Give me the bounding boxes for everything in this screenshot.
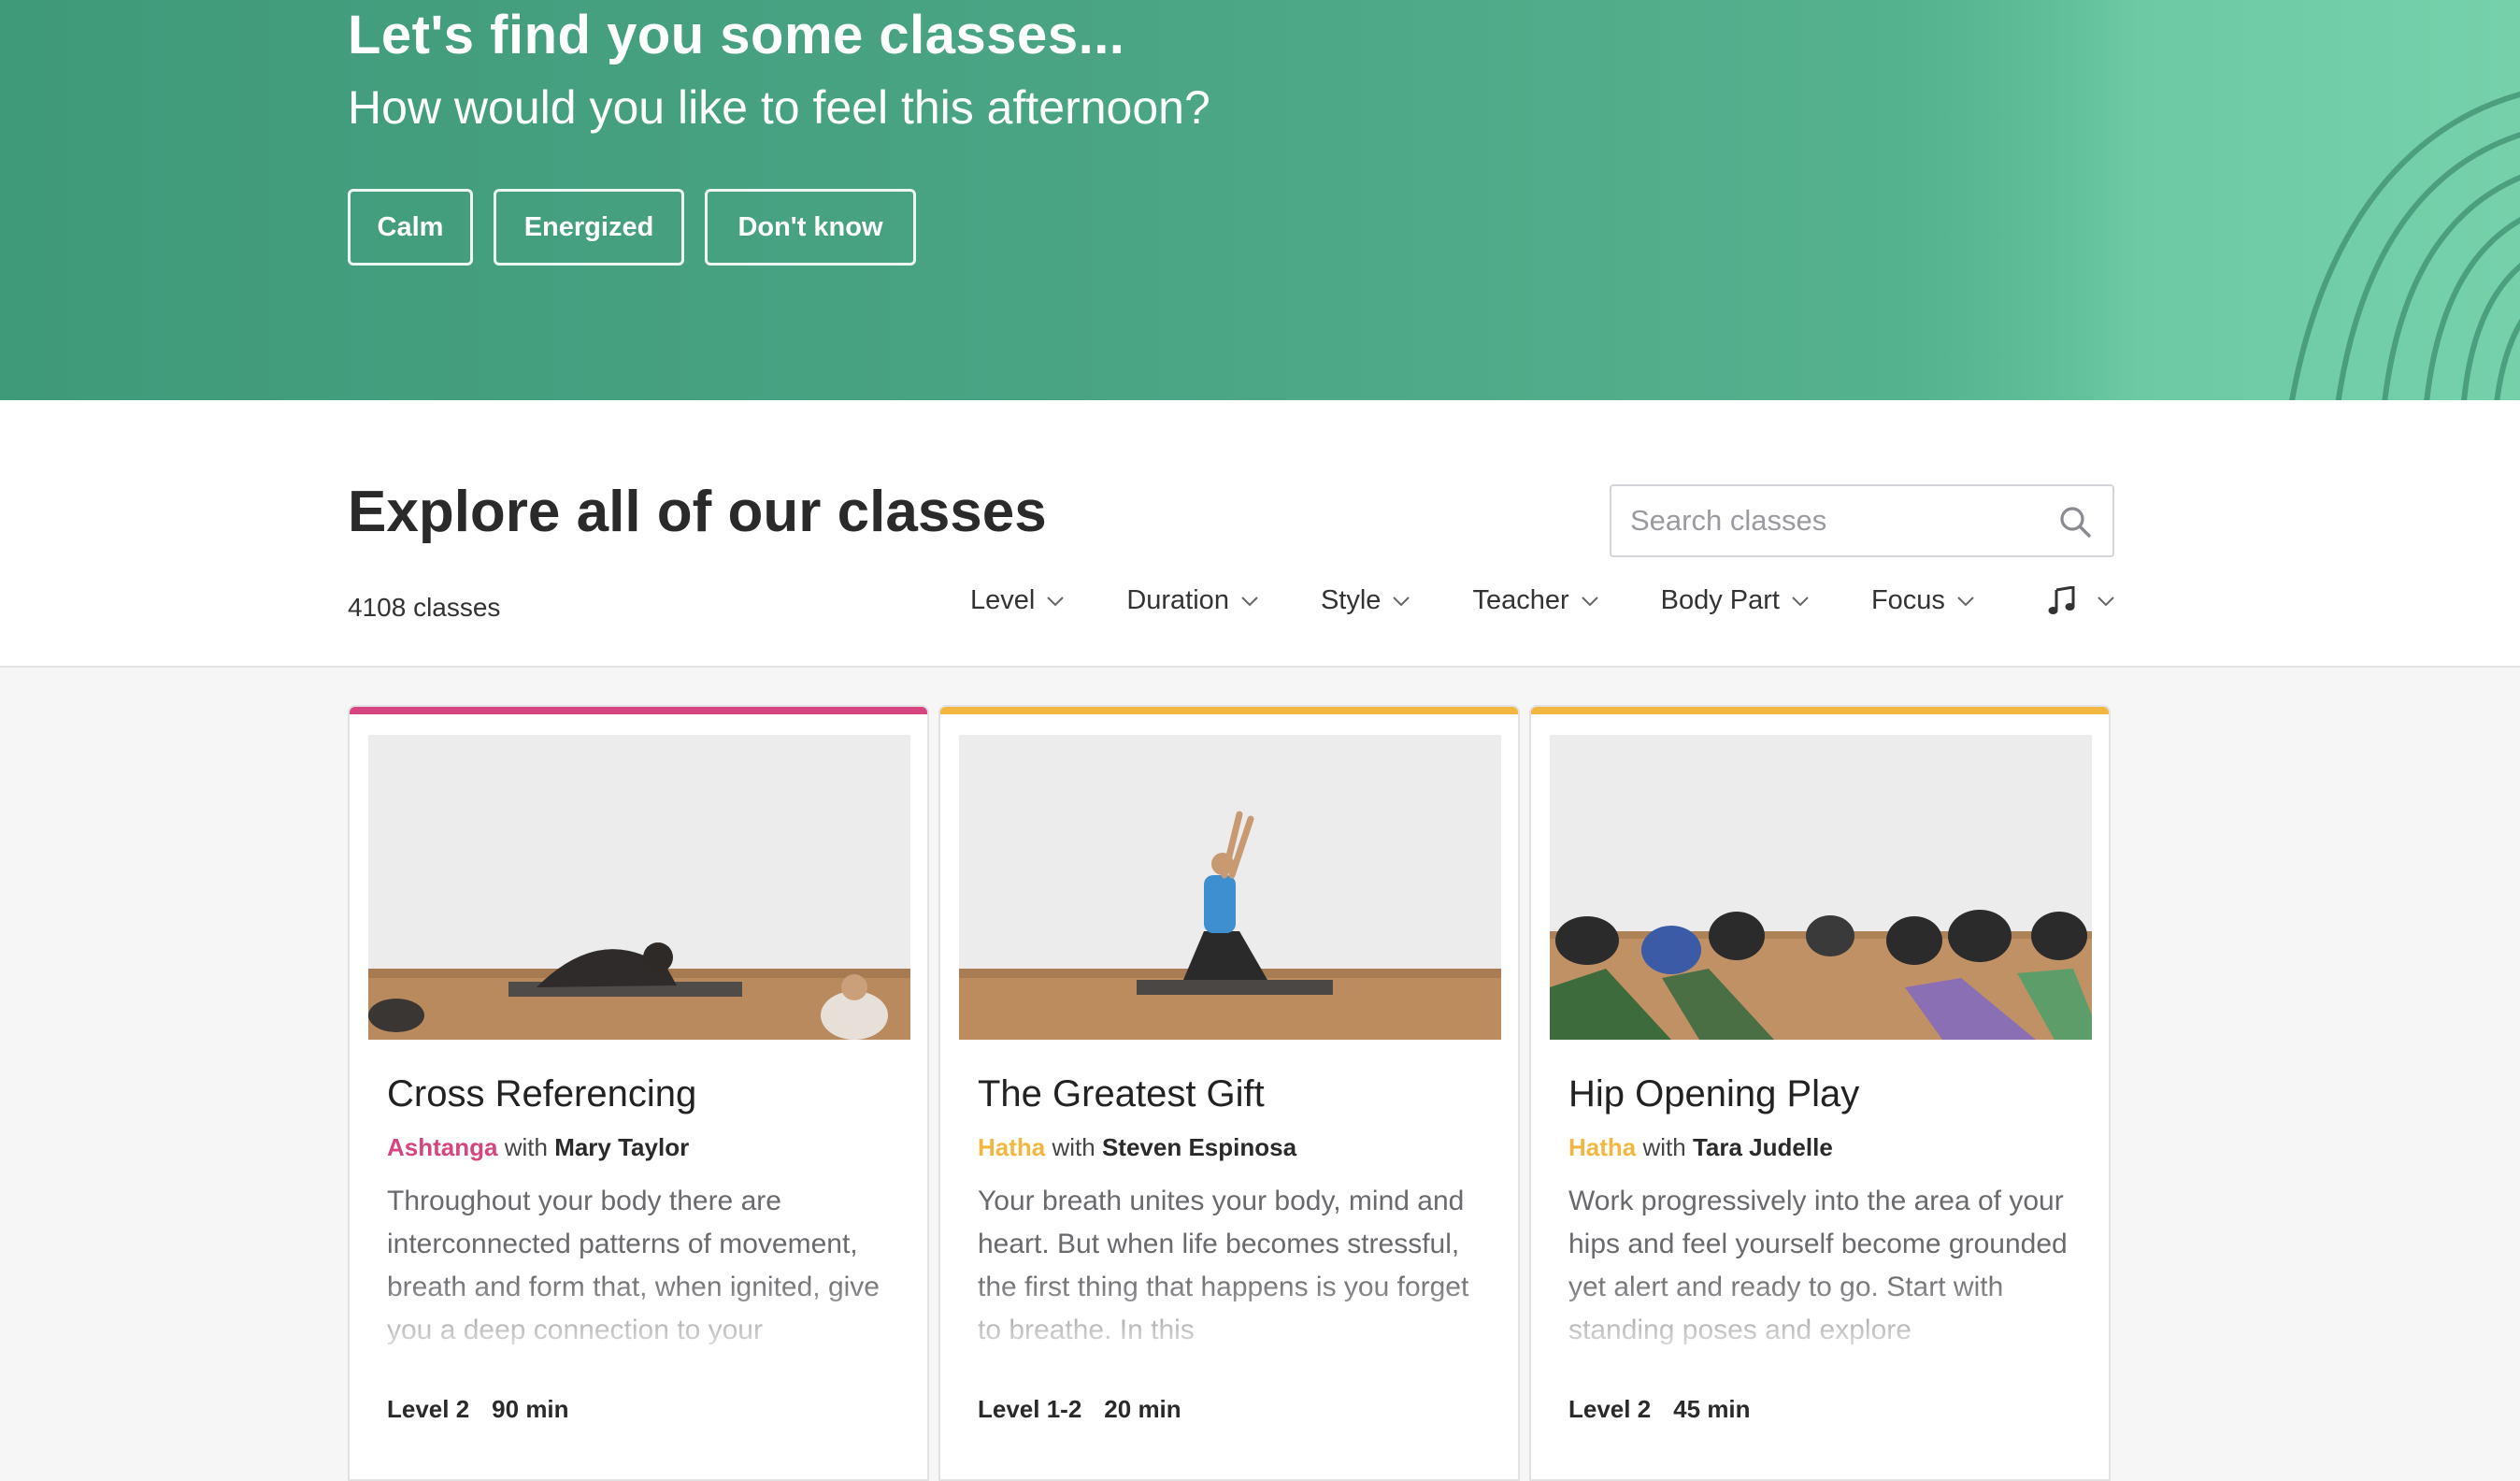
class-meta: Ashtanga with Mary Taylor xyxy=(387,1133,689,1162)
style-accent-bar xyxy=(350,707,927,714)
filter-level[interactable]: Level xyxy=(970,585,1065,616)
filter-bar: Level Duration Style Teacher Body Part F… xyxy=(970,585,2115,616)
filter-teacher-label: Teacher xyxy=(1472,585,1569,615)
class-stats: Level 1-2 20 min xyxy=(978,1395,1181,1424)
filter-body-part-label: Body Part xyxy=(1660,585,1780,615)
search-box xyxy=(1610,484,2114,557)
chevron-down-icon xyxy=(2098,596,2114,606)
filter-duration[interactable]: Duration xyxy=(1126,585,1259,616)
class-teacher[interactable]: Steven Espinosa xyxy=(1102,1133,1296,1161)
class-meta: Hatha with Steven Espinosa xyxy=(978,1133,1296,1162)
class-teacher[interactable]: Tara Judelle xyxy=(1693,1133,1833,1161)
style-accent-bar xyxy=(940,707,1518,714)
filter-teacher[interactable]: Teacher xyxy=(1472,585,1598,616)
with-label: with xyxy=(1052,1133,1095,1161)
class-style[interactable]: Ashtanga xyxy=(387,1133,497,1161)
yoga-mat-image xyxy=(1888,0,2520,400)
class-thumbnail-image[interactable] xyxy=(368,735,910,1040)
mood-energized-button[interactable]: Energized xyxy=(494,189,684,266)
hero-title: Let's find you some classes... xyxy=(348,5,1125,65)
chevron-down-icon xyxy=(1241,596,1258,606)
class-count: 4108 classes xyxy=(348,593,501,622)
search-input[interactable] xyxy=(1611,486,2051,555)
filter-style[interactable]: Style xyxy=(1321,585,1410,616)
filter-focus[interactable]: Focus xyxy=(1871,585,1975,616)
mood-options: Calm Energized Don't know xyxy=(348,189,916,266)
class-card[interactable]: Hip Opening Play Hatha with Tara Judelle… xyxy=(1529,705,2111,1481)
class-duration: 45 min xyxy=(1673,1395,1751,1423)
mood-calm-button[interactable]: Calm xyxy=(348,189,473,266)
music-note-icon xyxy=(2048,585,2075,614)
class-title[interactable]: Hip Opening Play xyxy=(1568,1073,1859,1115)
class-level: Level 2 xyxy=(1568,1395,1652,1423)
chevron-down-icon xyxy=(1393,596,1410,606)
chevron-down-icon xyxy=(1581,596,1598,606)
style-accent-bar xyxy=(1531,707,2109,714)
class-teacher[interactable]: Mary Taylor xyxy=(554,1133,689,1161)
explore-header: Explore all of our classes 4108 classes … xyxy=(0,400,2520,668)
search-icon[interactable] xyxy=(2058,505,2092,539)
filter-focus-label: Focus xyxy=(1870,585,1945,615)
hero-subtitle: How would you like to feel this afternoo… xyxy=(348,81,1210,134)
explore-title: Explore all of our classes xyxy=(348,480,1047,544)
class-stats: Level 2 45 min xyxy=(1568,1395,1751,1424)
chevron-down-icon xyxy=(1792,596,1809,606)
filter-style-label: Style xyxy=(1320,585,1382,615)
class-level: Level 1-2 xyxy=(978,1395,1082,1423)
class-title[interactable]: The Greatest Gift xyxy=(978,1073,1265,1115)
filter-body-part[interactable]: Body Part xyxy=(1661,585,1810,616)
class-description: Throughout your body there are interconn… xyxy=(387,1186,880,1345)
filter-level-label: Level xyxy=(970,585,1036,615)
class-duration: 90 min xyxy=(492,1395,569,1423)
chevron-down-icon xyxy=(1047,596,1065,606)
class-thumbnail-image[interactable] xyxy=(959,735,1501,1040)
chevron-down-icon xyxy=(1957,596,1974,606)
class-level: Level 2 xyxy=(387,1395,470,1423)
class-duration: 20 min xyxy=(1104,1395,1181,1423)
filter-music[interactable] xyxy=(2037,585,2115,616)
class-card[interactable]: Cross Referencing Ashtanga with Mary Tay… xyxy=(348,705,929,1481)
class-description: Work progressively into the area of your… xyxy=(1568,1186,2068,1345)
class-card-list: Cross Referencing Ashtanga with Mary Tay… xyxy=(348,705,2111,1481)
class-style[interactable]: Hatha xyxy=(978,1133,1045,1161)
class-stats: Level 2 90 min xyxy=(387,1395,569,1424)
class-title[interactable]: Cross Referencing xyxy=(387,1073,696,1115)
class-thumbnail-image[interactable] xyxy=(1550,735,2092,1040)
mood-dont-know-button[interactable]: Don't know xyxy=(705,189,916,266)
hero-banner: Let's find you some classes... How would… xyxy=(0,0,2520,400)
class-meta: Hatha with Tara Judelle xyxy=(1568,1133,1833,1162)
class-style[interactable]: Hatha xyxy=(1568,1133,1636,1161)
class-card[interactable]: The Greatest Gift Hatha with Steven Espi… xyxy=(938,705,1520,1481)
filter-duration-label: Duration xyxy=(1126,585,1229,615)
with-label: with xyxy=(504,1133,548,1161)
class-description: Your breath unites your body, mind and h… xyxy=(978,1186,1469,1345)
with-label: with xyxy=(1642,1133,1686,1161)
